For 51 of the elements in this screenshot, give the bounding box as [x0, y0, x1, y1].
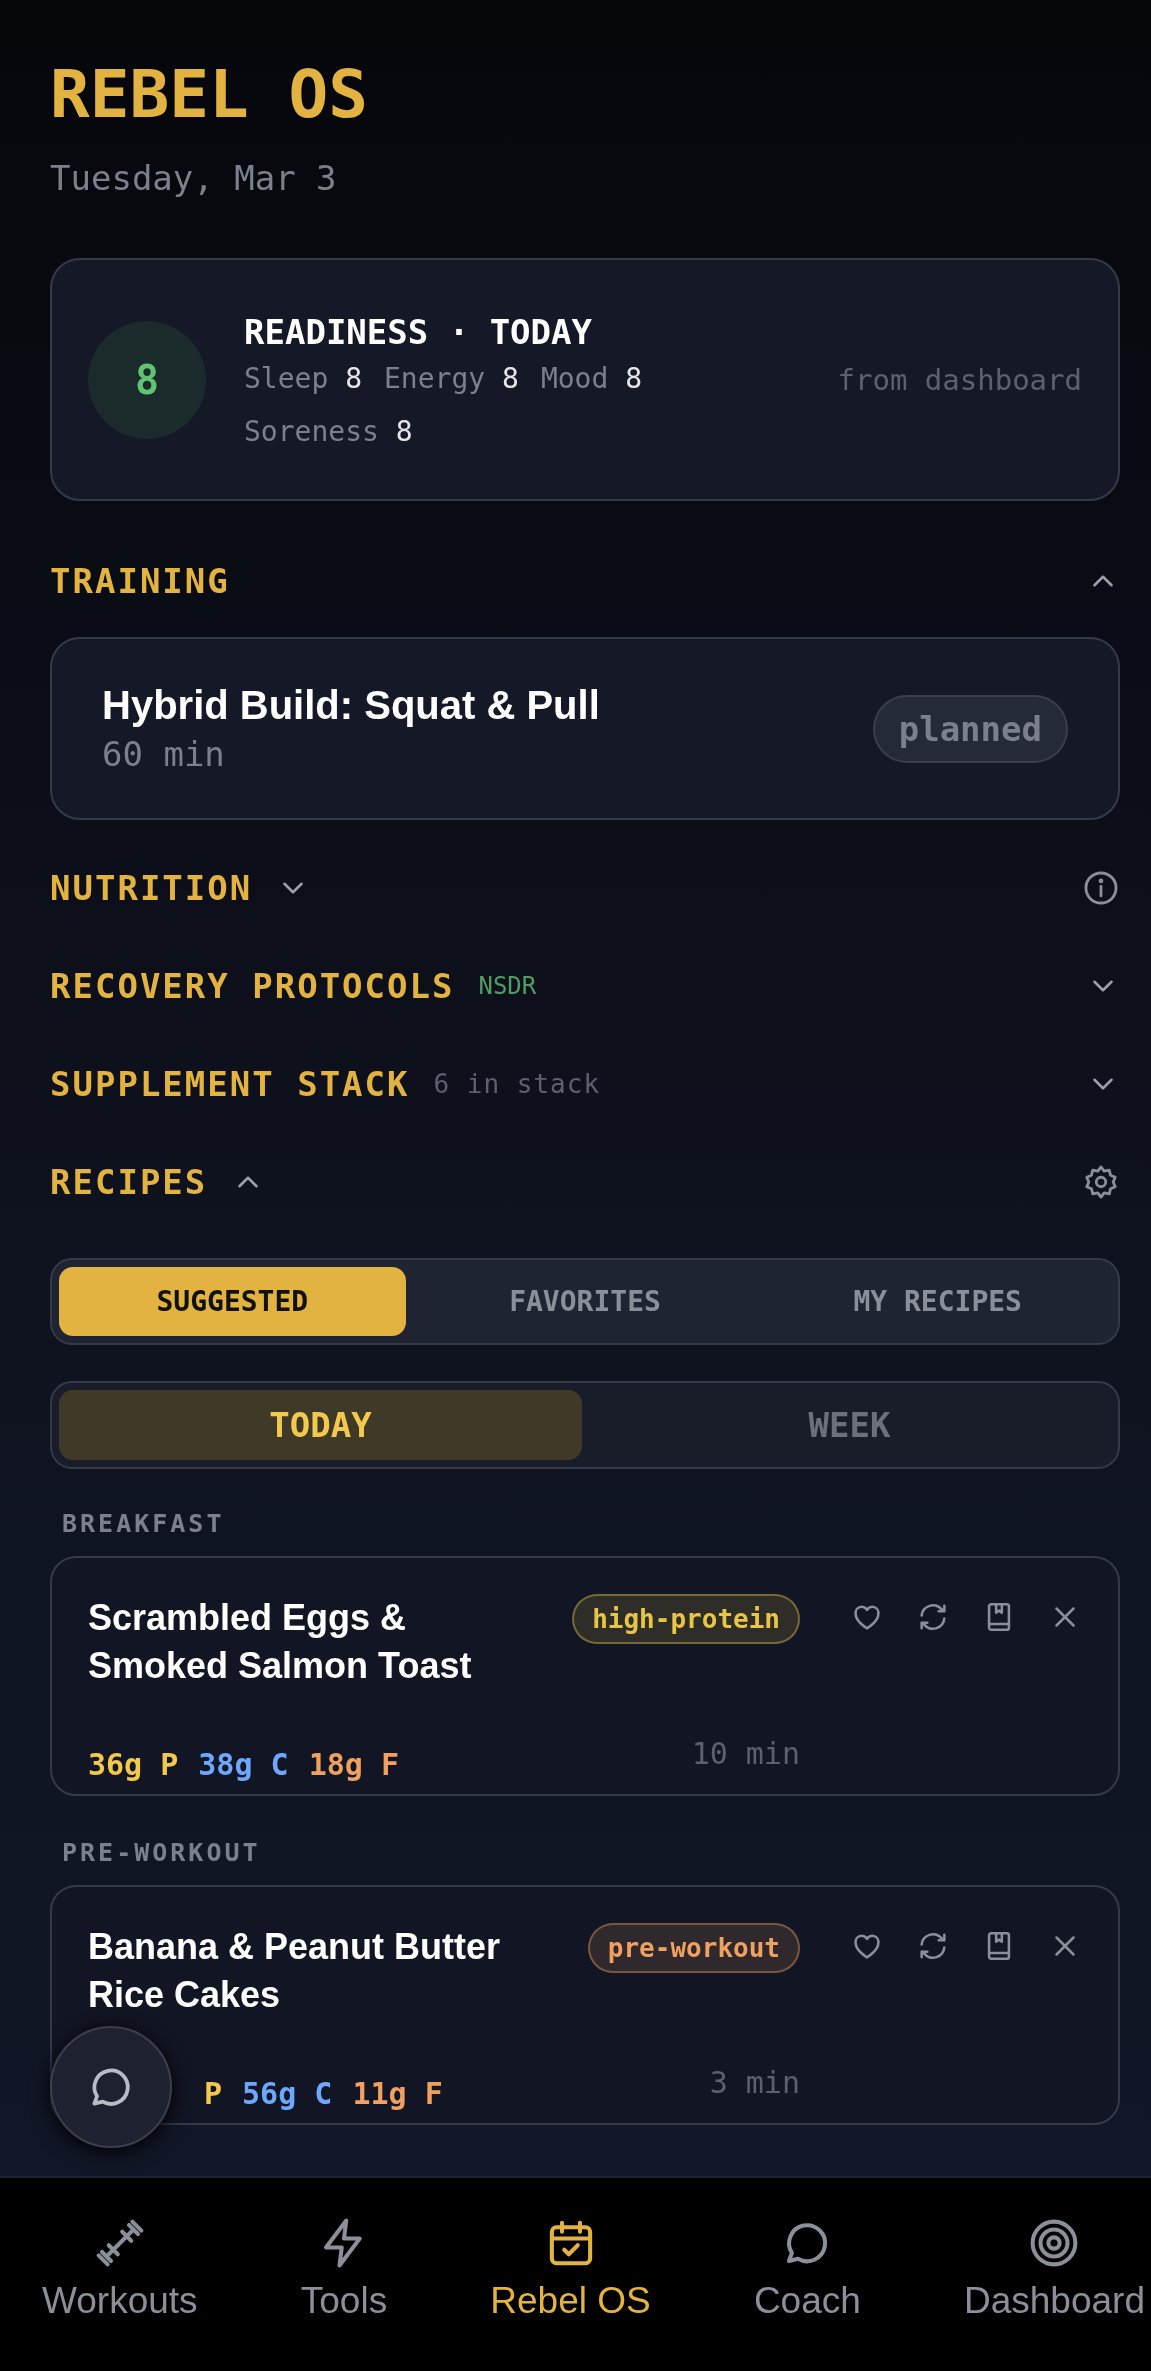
- section-title[interactable]: SUPPLEMENT STACK: [50, 1064, 410, 1104]
- metric-value: 8: [625, 361, 643, 395]
- section-title[interactable]: TRAINING: [50, 561, 230, 601]
- workout-duration: 60 min: [102, 734, 226, 774]
- info-icon[interactable]: [1082, 869, 1120, 907]
- macro-value: 38g C: [198, 1747, 289, 1783]
- metric-label: Sleep: [244, 361, 329, 395]
- macro-value: 18g F: [308, 1747, 399, 1783]
- nav-tab[interactable]: Tools: [294, 2178, 394, 2371]
- metric-value: 8: [395, 414, 413, 448]
- recipe-tag: pre-workout: [587, 1923, 800, 1973]
- section-title[interactable]: NUTRITION: [50, 868, 253, 908]
- prep-time: 3 min: [709, 2064, 800, 2102]
- nav-tab[interactable]: Dashboard: [958, 2178, 1151, 2371]
- section-title[interactable]: RECIPES: [50, 1162, 208, 1202]
- recipe-title: Scrambled Eggs & Smoked Salmon Toast: [88, 1596, 473, 1688]
- date-label: Tuesday, Mar 3: [50, 158, 338, 198]
- metric-value: 8: [502, 361, 519, 395]
- metric-value: 8: [345, 361, 362, 395]
- meal-slot-label: BREAKFAST: [62, 1509, 226, 1538]
- prep-time: 10 min: [691, 1735, 800, 1773]
- status-badge: planned: [872, 694, 1068, 763]
- workout-title: Hybrid Build: Squat & Pull: [102, 683, 601, 728]
- workout-card[interactable]: Hybrid Build: Squat & Pull 60 min planned: [50, 637, 1120, 820]
- macro-value: P: [204, 2076, 223, 2112]
- source-label: from dashboard: [837, 362, 1082, 397]
- recipe-tab[interactable]: MY RECIPES: [764, 1267, 1111, 1336]
- nav-tab[interactable]: Rebel OS: [484, 2178, 657, 2371]
- section-title[interactable]: RECOVERY PROTOCOLS: [50, 966, 455, 1006]
- readiness-title: READINESS · TODAY: [244, 311, 593, 352]
- macro-value: 36g P: [88, 1747, 179, 1783]
- recipe-card[interactable]: Banana & Peanut Butter Rice Cakes pre-workout P 56g C 11g F 3 min: [50, 1885, 1120, 2125]
- nav-tab[interactable]: Workouts: [36, 2178, 204, 2371]
- recipe-tab[interactable]: SUGGESTED: [59, 1267, 406, 1336]
- meal-slot-label: PRE-WORKOUT: [62, 1838, 262, 1867]
- metric-label: Soreness: [244, 414, 379, 448]
- nav-tab[interactable]: Coach: [747, 2178, 867, 2371]
- macro-value: 11g F: [352, 2076, 443, 2112]
- metric-label: Energy: [384, 361, 486, 395]
- metric-label: Mood: [540, 361, 609, 395]
- stack-count: 6 in stack: [433, 1069, 601, 1099]
- macro-value: 56g C: [242, 2076, 333, 2112]
- recipe-tag: high-protein: [572, 1594, 800, 1644]
- recipe-title: Banana & Peanut Butter Rice Cakes: [88, 1925, 502, 2017]
- settings-icon[interactable]: [1082, 1163, 1120, 1201]
- recipe-card[interactable]: Scrambled Eggs & Smoked Salmon Toast high-protein 36g P 38g C 18g F 10 min: [50, 1556, 1120, 1796]
- readiness-score: 8: [88, 320, 206, 439]
- recipe-tab[interactable]: FAVORITES: [411, 1267, 759, 1336]
- period-tab[interactable]: TODAY: [59, 1390, 582, 1460]
- app-title: REBEL OS: [50, 62, 369, 128]
- protocol-tag: NSDR: [478, 972, 537, 1000]
